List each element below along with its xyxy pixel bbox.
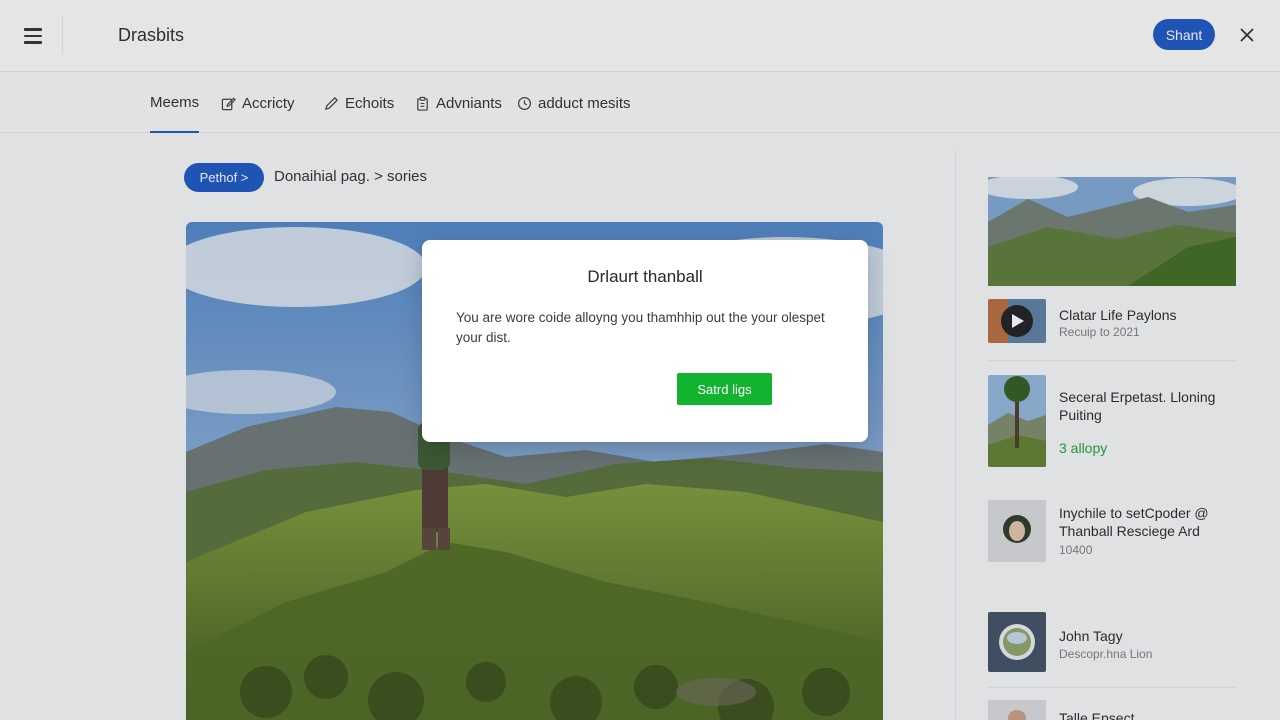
dialog: Drlaurt thanball You are wore coide allo… — [422, 240, 868, 442]
dialog-confirm-button[interactable]: Satrd ligs — [677, 373, 772, 405]
dialog-title: Drlaurt thanball — [587, 267, 703, 286]
dialog-message: You are wore coide alloyng you thamhhip … — [456, 310, 825, 345]
